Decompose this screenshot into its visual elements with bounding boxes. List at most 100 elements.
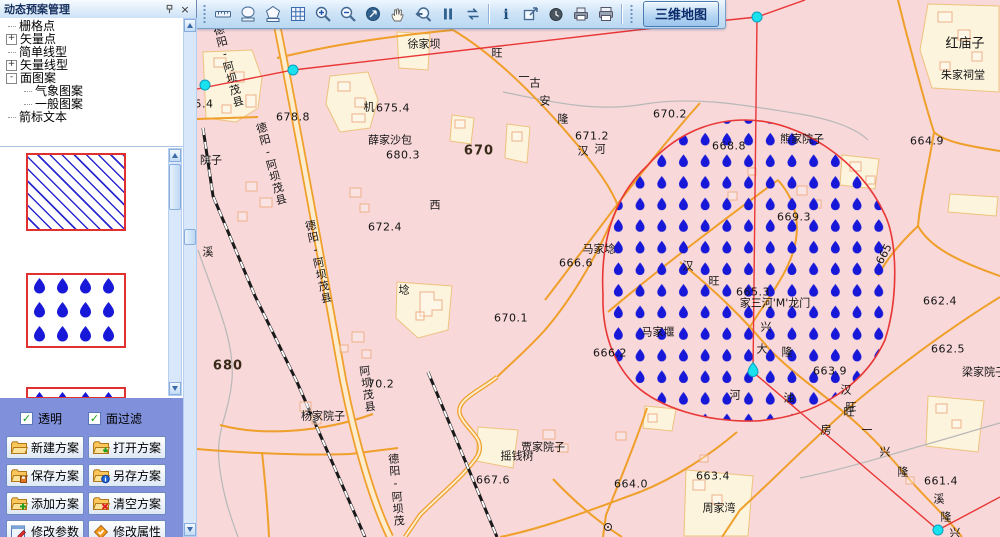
button-label: 另存方案 bbox=[113, 467, 161, 484]
info-button[interactable]: i bbox=[493, 2, 518, 26]
toolbar-grip[interactable] bbox=[202, 4, 207, 24]
scroll-up-icon[interactable] bbox=[184, 19, 196, 32]
panel-title: 动态预案管理 bbox=[4, 1, 160, 17]
folder-clear-icon bbox=[92, 496, 110, 512]
grid-icon bbox=[289, 5, 307, 23]
checkbox-面过滤[interactable]: ✓ 面过滤 bbox=[88, 410, 142, 427]
plan-controls: ✓ 透明 ✓ 面过滤 新建方案 打开方案保存方案 i 另存方案添加方案 清空方案修改参数 修改属… bbox=[0, 398, 183, 537]
button-新建方案[interactable]: 新建方案 bbox=[6, 436, 84, 459]
button-label: 修改参数 bbox=[31, 523, 79, 537]
export-icon bbox=[522, 5, 540, 23]
close-icon[interactable]: × bbox=[178, 2, 192, 16]
button-label: 打开方案 bbox=[113, 439, 161, 456]
well-symbol bbox=[605, 524, 612, 531]
expand-icon[interactable]: + bbox=[6, 60, 17, 71]
button-label: 修改属性 bbox=[113, 523, 161, 537]
pause-icon bbox=[439, 5, 457, 23]
folder-add-icon bbox=[10, 496, 28, 512]
blue-drops-pattern[interactable] bbox=[26, 273, 126, 348]
plan-manager-panel: 动态预案管理 × 栅格点+矢量点简单线型+矢量线型-面图案气象图案一般图案箭标文… bbox=[0, 0, 197, 537]
zoom-out-icon bbox=[339, 5, 357, 23]
history-icon bbox=[547, 5, 565, 23]
print-icon bbox=[597, 5, 615, 23]
checkbox-box[interactable]: ✓ bbox=[20, 412, 33, 425]
tree-item-面图案[interactable]: -面图案 bbox=[0, 72, 183, 85]
export-button[interactable] bbox=[518, 2, 543, 26]
edit-attrs-icon bbox=[92, 524, 110, 537]
plan-buttons: 新建方案 打开方案保存方案 i 另存方案添加方案 清空方案修改参数 修改属性 bbox=[6, 436, 183, 537]
measure-area-icon bbox=[239, 5, 257, 23]
vertex-handle bbox=[200, 80, 210, 90]
folder-new-icon bbox=[10, 440, 28, 456]
svg-text:i: i bbox=[503, 7, 508, 23]
print-button[interactable] bbox=[593, 2, 618, 26]
button-另存方案[interactable]: i 另存方案 bbox=[88, 464, 166, 487]
tree-item-label: 箭标文本 bbox=[19, 111, 67, 124]
refresh-icon bbox=[464, 5, 482, 23]
filter-checkboxes: ✓ 透明 ✓ 面过滤 bbox=[20, 410, 183, 427]
folder-save-icon bbox=[10, 468, 28, 484]
checkbox-label: 面过滤 bbox=[106, 410, 142, 427]
pause-button[interactable] bbox=[435, 2, 460, 26]
folder-open-icon bbox=[92, 440, 110, 456]
measure-area-button[interactable] bbox=[235, 2, 260, 26]
vertex-handle bbox=[752, 12, 762, 22]
tree-connector bbox=[24, 104, 32, 105]
scroll-up-icon[interactable] bbox=[169, 149, 181, 162]
checkbox-透明[interactable]: ✓ 透明 bbox=[20, 410, 62, 427]
button-添加方案[interactable]: 添加方案 bbox=[6, 492, 84, 515]
zoom-previous-button[interactable] bbox=[410, 2, 435, 26]
vertex-handle bbox=[288, 65, 298, 75]
zoom-in-icon bbox=[314, 5, 332, 23]
toolbar-grip-2[interactable] bbox=[629, 4, 634, 24]
diagonal-hatch-pattern[interactable] bbox=[26, 153, 126, 231]
checkbox-label: 透明 bbox=[38, 410, 62, 427]
button-清空方案[interactable]: 清空方案 bbox=[88, 492, 166, 515]
output-icon bbox=[572, 5, 590, 23]
scroll-down-icon[interactable] bbox=[184, 523, 196, 536]
collapse-icon[interactable]: - bbox=[6, 73, 17, 84]
history-button[interactable] bbox=[543, 2, 568, 26]
measure-polygon-button[interactable] bbox=[260, 2, 285, 26]
button-label: 新建方案 bbox=[31, 439, 79, 456]
preview-scrollbar-thumb[interactable] bbox=[169, 164, 181, 210]
measure-distance-icon bbox=[214, 5, 232, 23]
info-icon: i bbox=[497, 5, 515, 23]
panel-scrollbar[interactable] bbox=[183, 18, 197, 537]
toolbar-separator bbox=[621, 4, 623, 24]
grid-button[interactable] bbox=[285, 2, 310, 26]
button-修改参数[interactable]: 修改参数 bbox=[6, 520, 84, 537]
button-修改属性[interactable]: 修改属性 bbox=[88, 520, 166, 537]
preview-scrollbar[interactable] bbox=[168, 148, 182, 396]
refresh-button[interactable] bbox=[460, 2, 485, 26]
button-label: 清空方案 bbox=[113, 495, 161, 512]
tree-item-气象图案[interactable]: 气象图案 bbox=[0, 85, 183, 98]
map-3d-button[interactable]: 三维地图 bbox=[643, 1, 719, 27]
svg-text:i: i bbox=[104, 475, 106, 483]
zoom-out-button[interactable] bbox=[335, 2, 360, 26]
pan-button[interactable] bbox=[385, 2, 410, 26]
zoom-in-button[interactable] bbox=[310, 2, 335, 26]
checkbox-box[interactable]: ✓ bbox=[88, 412, 101, 425]
expand-icon[interactable]: + bbox=[6, 34, 17, 45]
panel-scrollbar-thumb[interactable] bbox=[184, 229, 196, 245]
output-button[interactable] bbox=[568, 2, 593, 26]
vertex-handle bbox=[933, 525, 943, 535]
zoom-previous-icon bbox=[414, 5, 432, 23]
tree-connector bbox=[8, 117, 16, 118]
edit-params-icon bbox=[10, 524, 28, 537]
map-toolbar: i 三维地图 bbox=[197, 0, 726, 29]
layer-tree: 栅格点+矢量点简单线型+矢量线型-面图案气象图案一般图案箭标文本 bbox=[0, 18, 183, 144]
button-保存方案[interactable]: 保存方案 bbox=[6, 464, 84, 487]
measure-distance-button[interactable] bbox=[210, 2, 235, 26]
button-打开方案[interactable]: 打开方案 bbox=[88, 436, 166, 459]
full-extent-button[interactable] bbox=[360, 2, 385, 26]
panel-titlebar: 动态预案管理 × bbox=[0, 0, 196, 19]
tree-connector bbox=[24, 91, 32, 92]
button-label: 保存方案 bbox=[31, 467, 79, 484]
scroll-down-icon[interactable] bbox=[169, 382, 181, 395]
tree-connector bbox=[8, 52, 16, 53]
pin-icon[interactable] bbox=[162, 2, 176, 16]
tree-item-箭标文本[interactable]: 箭标文本 bbox=[0, 111, 183, 124]
pattern-preview-list bbox=[0, 146, 183, 399]
